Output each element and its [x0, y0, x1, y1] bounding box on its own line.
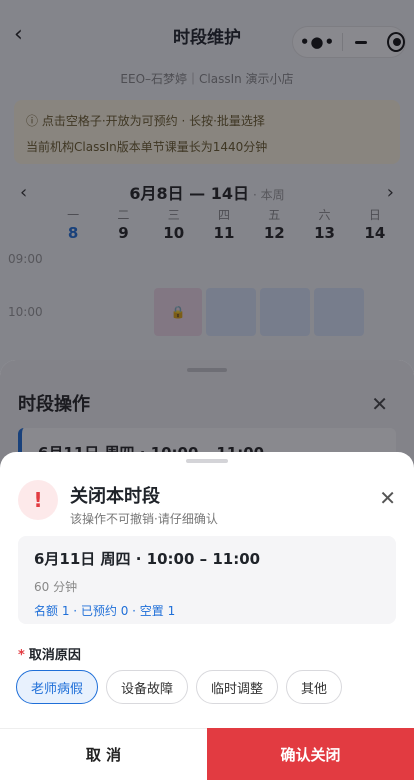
reason-chip-equipment-failure[interactable]: 设备故障 [106, 670, 189, 704]
sheet-grab-handle[interactable] [186, 459, 228, 463]
dialog-title: 关闭本时段 [70, 486, 160, 507]
confirm-close-button[interactable]: 确认关闭 [207, 728, 414, 780]
slot-stats: 名额 1 · 已预约 0 · 空置 1 [34, 604, 176, 618]
slot-info-card: 6月11日 周四 · 10:00 – 11:00 60 分钟 名额 1 · 已预… [18, 536, 396, 624]
reason-chip-other[interactable]: 其他 [286, 670, 343, 704]
slot-duration: 60 分钟 [34, 580, 78, 594]
required-mark: * [18, 648, 25, 663]
reason-chip-teacher-sick[interactable]: 老师病假 [16, 670, 99, 704]
dialog-subtitle: 该操作不可撤销·请仔细确认 [70, 512, 218, 526]
reason-label: * 取消原因 [18, 644, 81, 663]
reason-chip-group: 老师病假 设备故障 临时调整 其他 [16, 670, 343, 704]
close-icon[interactable]: ✕ [379, 488, 396, 508]
exclamation-icon: ! [18, 480, 58, 520]
close-slot-sheet: ! 关闭本时段 该操作不可撤销·请仔细确认 ✕ 6月11日 周四 · 10:00… [0, 452, 414, 780]
dialog-footer: 取 消 确认关闭 [0, 728, 414, 780]
cancel-button[interactable]: 取 消 [0, 728, 207, 780]
reason-label-text: 取消原因 [28, 648, 81, 663]
reason-chip-temporary-change[interactable]: 临时调整 [196, 670, 279, 704]
slot-time: 6月11日 周四 · 10:00 – 11:00 [34, 550, 261, 568]
